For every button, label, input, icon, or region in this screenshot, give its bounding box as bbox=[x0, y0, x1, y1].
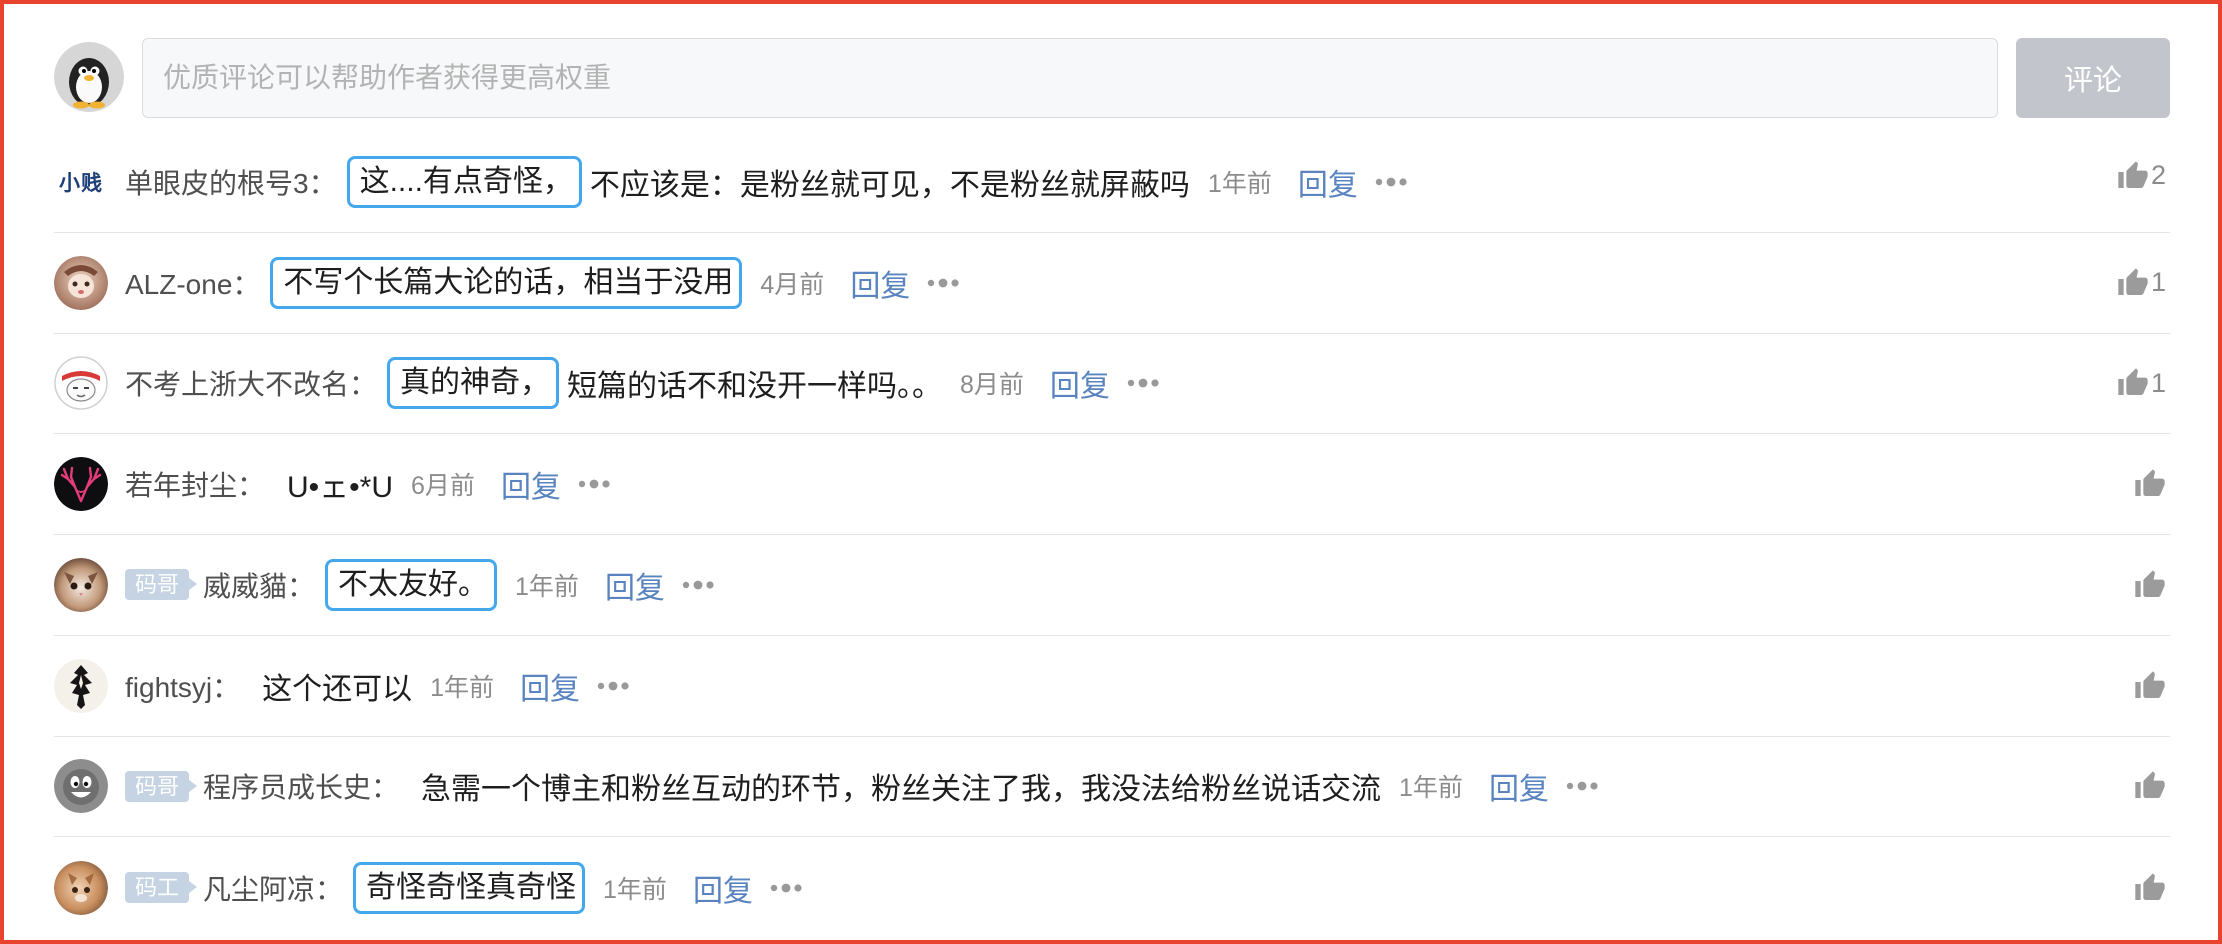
like-button[interactable] bbox=[2134, 670, 2166, 702]
thumbs-up-icon bbox=[2118, 368, 2148, 396]
avatar[interactable] bbox=[54, 860, 108, 915]
like-button[interactable] bbox=[2134, 770, 2166, 802]
thumbs-up-icon bbox=[2118, 161, 2148, 188]
comment-time: 1年前 bbox=[1207, 169, 1272, 198]
reply-link[interactable]: 回复 bbox=[1489, 764, 1549, 808]
thumbs-up-icon bbox=[2135, 771, 2165, 799]
like-button[interactable]: 1 bbox=[2117, 267, 2166, 299]
comment-author[interactable]: ALZ-one： bbox=[125, 263, 260, 303]
highlighted-comment-text: 这....有点奇怪， bbox=[346, 155, 582, 208]
more-dots-icon[interactable] bbox=[926, 276, 962, 290]
comment-item: 小贱 单眼皮的根号3： 这....有点奇怪， 不应该是：是粉丝就可见，不是粉丝就… bbox=[54, 132, 2170, 233]
comment-text: 短篇的话不和没开一样吗。。 bbox=[567, 370, 943, 404]
thumbs-up-icon bbox=[2135, 670, 2165, 698]
comment-author[interactable]: 凡尘阿凉： bbox=[203, 868, 343, 908]
highlighted-comment-text: 不写个长篇大论的话，相当于没用 bbox=[270, 256, 743, 309]
comment-list: 小贱 单眼皮的根号3： 这....有点奇怪， 不应该是：是粉丝就可见，不是粉丝就… bbox=[54, 132, 2170, 938]
avatar[interactable] bbox=[54, 759, 108, 814]
comment-author[interactable]: 单眼皮的根号3： bbox=[125, 162, 337, 202]
comment-item: 若年封尘： U•ェ•*U 6月前 回复 bbox=[54, 434, 2170, 535]
like-button[interactable] bbox=[2134, 468, 2166, 500]
comment-item: 码工 凡尘阿凉： 奇怪奇怪真奇怪 1年前 回复 bbox=[54, 837, 2170, 938]
comment-item: 码哥 威威貓： 不太友好。 1年前 回复 bbox=[54, 535, 2170, 636]
submit-comment-button[interactable]: 评论 bbox=[2016, 38, 2170, 118]
comment-time: 1年前 bbox=[1399, 774, 1463, 803]
reply-link[interactable]: 回复 bbox=[520, 664, 580, 708]
comment-time: 8月前 bbox=[960, 371, 1024, 400]
user-badge: 码哥 bbox=[125, 569, 198, 601]
highlighted-comment-text: 不太友好。 bbox=[325, 558, 498, 611]
comment-text: U•ェ•*U bbox=[287, 471, 394, 505]
comment-text: 这个还可以 bbox=[262, 672, 413, 706]
reply-link[interactable]: 回复 bbox=[501, 462, 561, 506]
thumbs-up-icon bbox=[2118, 267, 2148, 295]
more-dots-icon[interactable] bbox=[1374, 175, 1410, 189]
more-dots-icon[interactable] bbox=[1565, 779, 1601, 793]
avatar[interactable] bbox=[54, 658, 108, 713]
reply-link[interactable]: 回复 bbox=[605, 563, 665, 607]
reply-link[interactable]: 回复 bbox=[850, 261, 910, 305]
highlighted-comment-text: 奇怪奇怪真奇怪 bbox=[353, 861, 586, 914]
user-badge: 码哥 bbox=[125, 770, 198, 802]
comment-author[interactable]: 威威貓： bbox=[203, 565, 315, 605]
avatar[interactable]: 小贱 bbox=[54, 155, 108, 209]
avatar[interactable] bbox=[54, 356, 108, 411]
user-badge: 码工 bbox=[125, 872, 198, 904]
current-user-avatar bbox=[54, 42, 124, 112]
more-dots-icon[interactable] bbox=[681, 578, 717, 592]
comment-author[interactable]: 不考上浙大不改名： bbox=[125, 363, 377, 403]
comment-time: 4月前 bbox=[760, 270, 825, 299]
more-dots-icon[interactable] bbox=[596, 679, 632, 693]
reply-link[interactable]: 回复 bbox=[1298, 160, 1358, 204]
comment-item: 码哥 程序员成长史： 急需一个博主和粉丝互动的环节，粉丝关注了我，我没法给粉丝说… bbox=[54, 737, 2170, 838]
comment-text: 不应该是：是粉丝就可见，不是粉丝就屏蔽吗 bbox=[589, 168, 1190, 202]
comment-text: 急需一个博主和粉丝互动的环节，粉丝关注了我，我没法给粉丝说话交流 bbox=[421, 773, 1382, 807]
more-dots-icon[interactable] bbox=[769, 881, 805, 895]
like-button[interactable] bbox=[2134, 569, 2166, 601]
comment-author[interactable]: 若年封尘： bbox=[125, 464, 265, 504]
like-button[interactable]: 1 bbox=[2117, 367, 2166, 399]
reply-link[interactable]: 回复 bbox=[1050, 361, 1110, 405]
comment-time: 1年前 bbox=[430, 673, 495, 702]
like-count: 1 bbox=[2150, 267, 2166, 298]
more-dots-icon[interactable] bbox=[577, 477, 613, 491]
thumbs-up-icon bbox=[2135, 872, 2165, 900]
like-count: 2 bbox=[2150, 160, 2166, 191]
comment-item: ALZ-one： 不写个长篇大论的话，相当于没用 4月前 回复 1 bbox=[54, 233, 2170, 334]
comment-item: fightsyj： 这个还可以 1年前 回复 bbox=[54, 636, 2170, 737]
avatar-logo-text: 小贱 bbox=[59, 171, 103, 195]
comment-item: 不考上浙大不改名： 真的神奇， 短篇的话不和没开一样吗。。 8月前 回复 1 bbox=[54, 334, 2170, 435]
avatar[interactable] bbox=[54, 255, 108, 310]
thumbs-up-icon bbox=[2135, 469, 2165, 497]
comment-input[interactable] bbox=[142, 38, 1998, 118]
like-button[interactable]: 2 bbox=[2117, 160, 2166, 192]
like-count: 1 bbox=[2150, 367, 2166, 398]
comment-time: 1年前 bbox=[515, 572, 579, 601]
avatar[interactable] bbox=[54, 457, 108, 512]
comment-author[interactable]: fightsyj： bbox=[125, 666, 240, 706]
comment-author[interactable]: 程序员成长史： bbox=[203, 766, 399, 806]
more-dots-icon[interactable] bbox=[1126, 376, 1162, 390]
comment-time: 6月前 bbox=[411, 472, 475, 501]
thumbs-up-icon bbox=[2135, 570, 2165, 597]
like-button[interactable] bbox=[2134, 872, 2166, 904]
reply-link[interactable]: 回复 bbox=[693, 866, 753, 910]
comment-time: 1年前 bbox=[603, 875, 667, 904]
highlighted-comment-text: 真的神奇， bbox=[387, 357, 560, 410]
avatar[interactable] bbox=[54, 557, 108, 612]
